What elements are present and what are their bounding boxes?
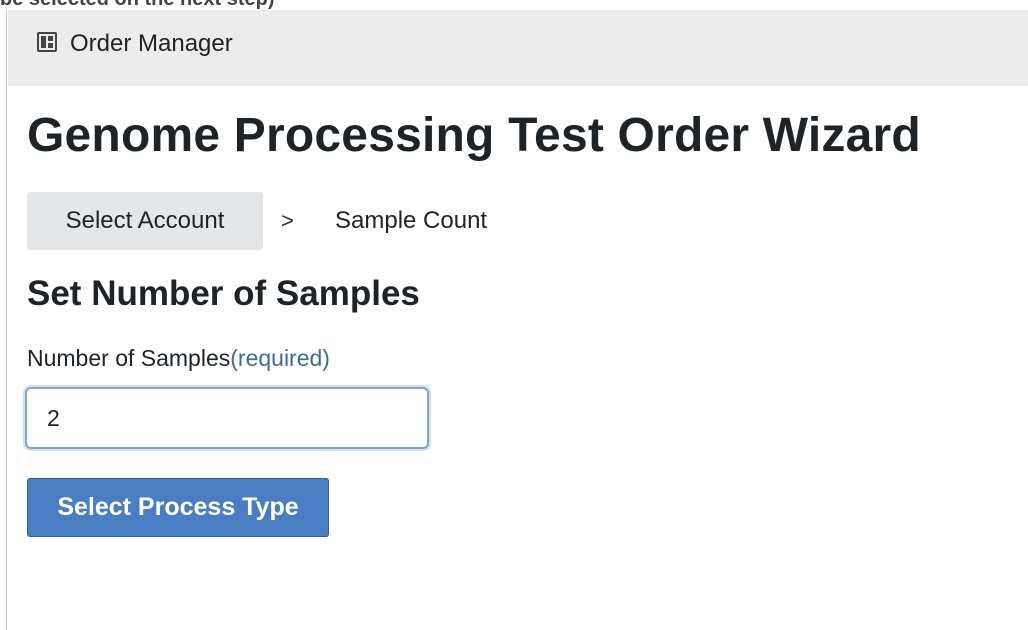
breadcrumb-item-sample-count: Sample Count [335,207,488,234]
samples-label-text: Number of Samples [27,345,231,371]
window-left-edge [6,10,7,630]
page-title: Genome Processing Test Order Wizard [27,109,921,162]
required-hint: (required) [230,345,330,371]
samples-field-label: Number of Samples(required) [27,345,330,372]
layout-panels-icon [37,32,57,52]
app-header: Order Manager [8,10,1028,86]
section-title: Set Number of Samples [27,274,420,313]
chevron-right-icon: > [281,208,294,233]
page-top-fragment: be selected on the next step) [0,0,1028,10]
number-of-samples-input[interactable] [25,387,429,449]
top-fragment-text: be selected on the next step) [0,0,275,10]
select-process-type-button[interactable]: Select Process Type [27,478,329,537]
breadcrumb-item-select-account[interactable]: Select Account [27,192,263,250]
app-title: Order Manager [70,30,233,57]
